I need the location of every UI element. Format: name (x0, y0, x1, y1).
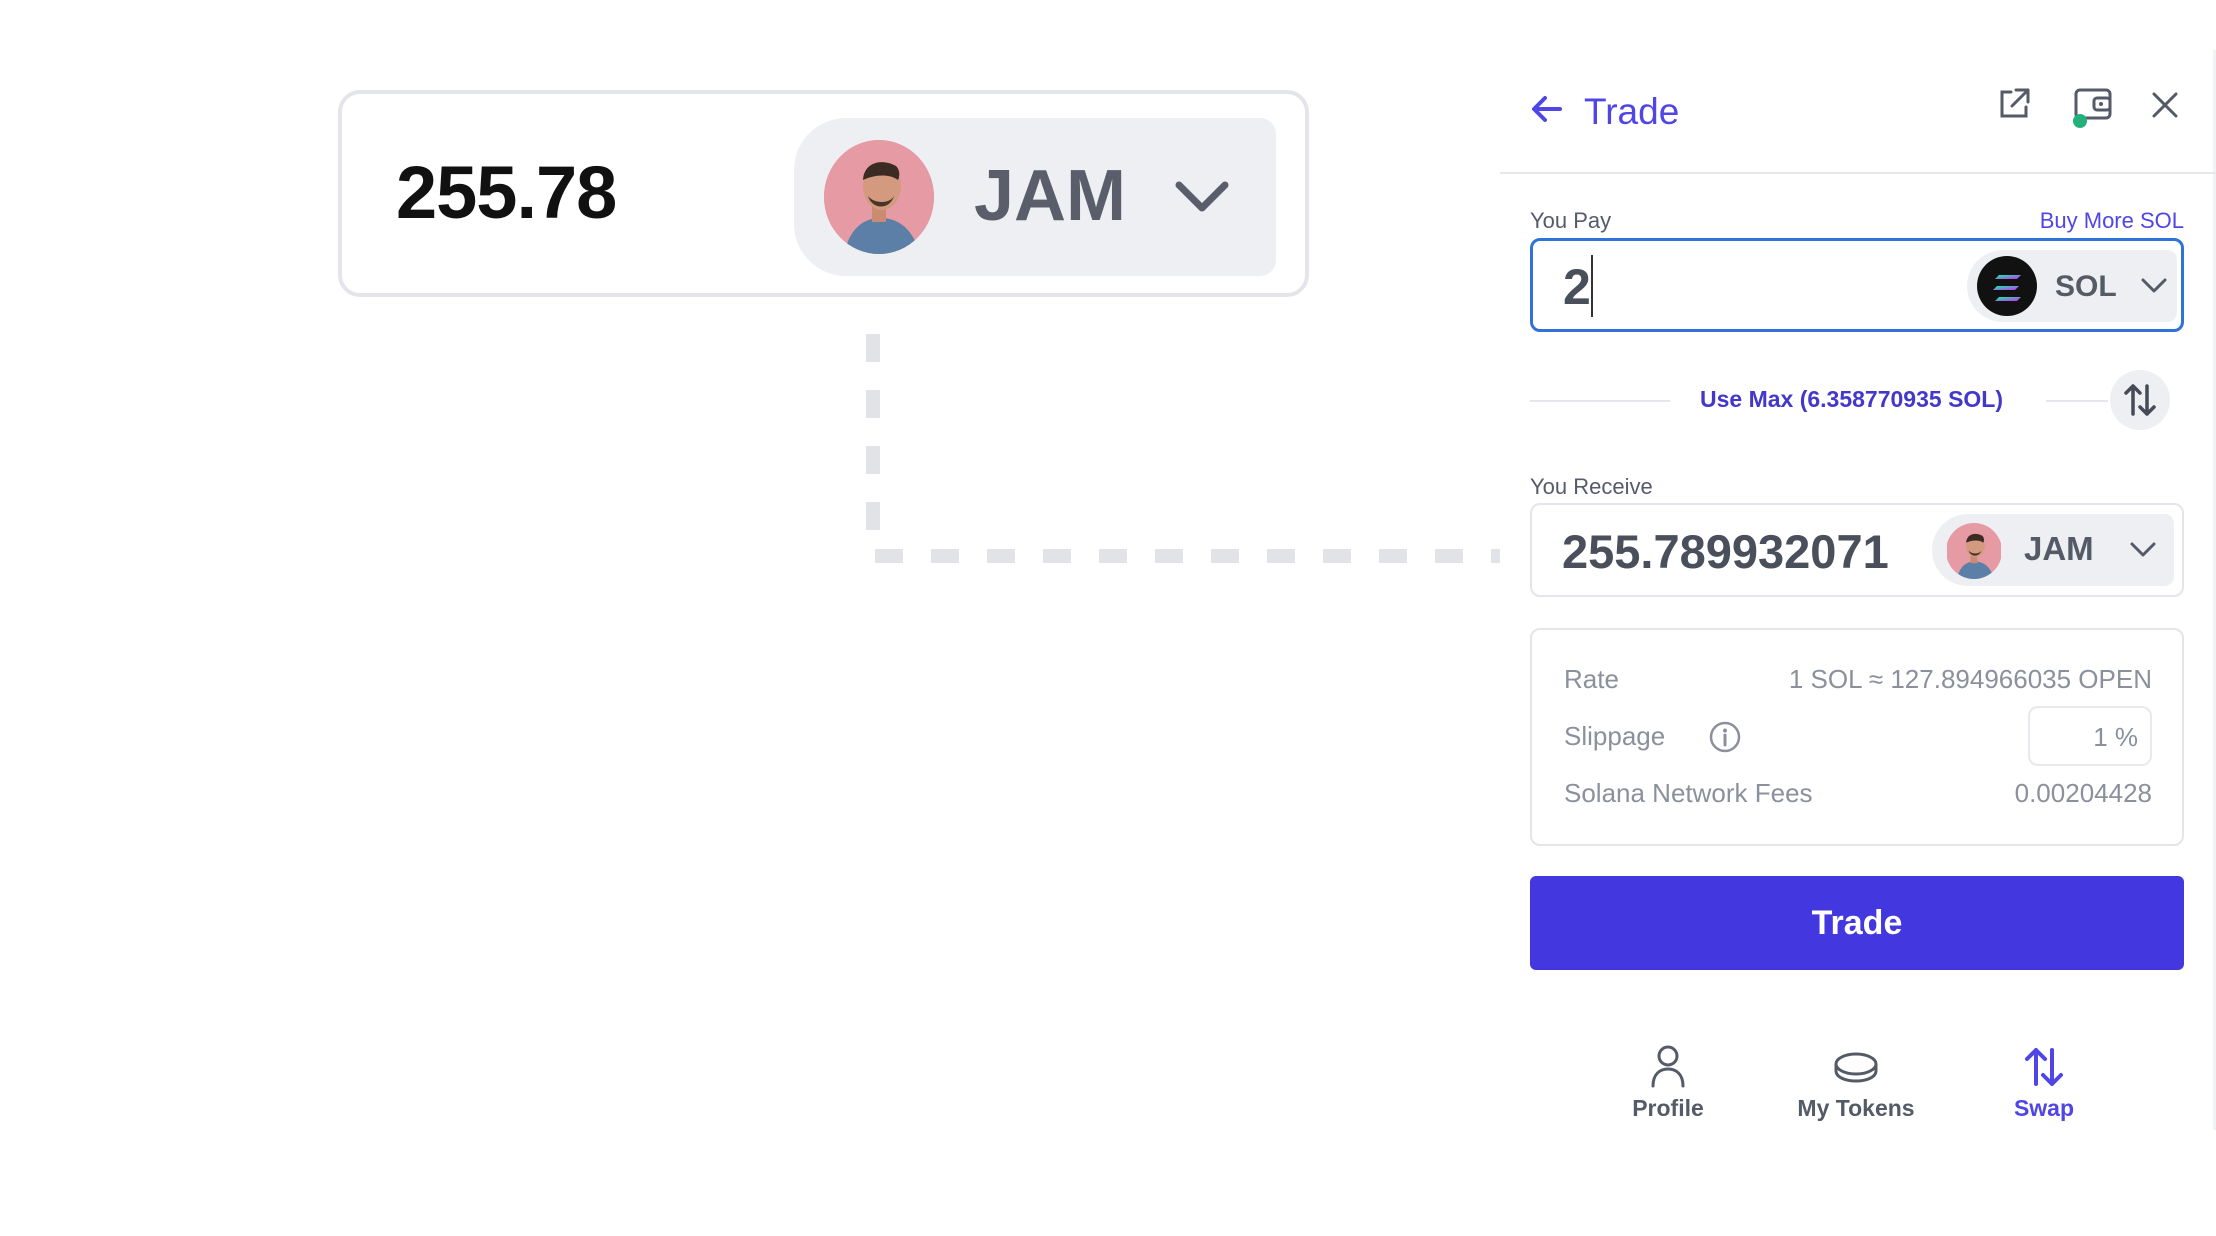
nav-swap[interactable]: Swap (1974, 1044, 2114, 1122)
trade-panel: Trade You Pay Buy More SOL 2 SOL Use Max… (1500, 0, 2216, 1236)
receive-token-symbol: JAM (2024, 530, 2094, 567)
slippage-input[interactable]: 1 % (2028, 706, 2152, 766)
nav-label: Swap (2013, 1095, 2075, 1121)
callout-token-symbol: JAM (974, 156, 1127, 236)
receive-amount-field: 255.789932071 JAM (1530, 503, 2184, 597)
coins-icon (1834, 1052, 1878, 1083)
swap-direction-button[interactable] (2110, 370, 2170, 430)
open-external-icon[interactable] (1996, 86, 2032, 122)
rate-value: 1 SOL ≈ 127.894966035 OPEN (1788, 664, 2152, 694)
jam-token-avatar-icon (824, 140, 934, 254)
buy-more-sol-link[interactable]: Buy More SOL (2040, 208, 2184, 234)
info-icon[interactable] (1708, 720, 1742, 754)
slippage-label: Slippage (1564, 721, 1666, 751)
pay-amount-input[interactable]: 2 SOL (1530, 238, 2184, 332)
pay-token-symbol: SOL (2055, 270, 2117, 303)
panel-title: Trade (1584, 91, 1680, 132)
divider-line (1530, 400, 1670, 402)
network-fees-value: 0.00204428 (2014, 778, 2152, 808)
callout-amount: 255.78 (396, 151, 617, 234)
solana-token-icon (1977, 256, 2037, 316)
back-arrow-icon[interactable] (1530, 92, 1564, 126)
chevron-down-icon (2141, 278, 2167, 293)
text-caret (1591, 255, 1593, 317)
wallet-icon[interactable] (2072, 84, 2116, 130)
nav-profile[interactable]: Profile (1598, 1044, 1738, 1122)
chevron-down-icon (2130, 542, 2156, 557)
trade-button[interactable]: Trade (1530, 876, 2184, 970)
rate-label: Rate (1564, 664, 1619, 694)
nav-label: Profile (1632, 1095, 1704, 1121)
slippage-value[interactable]: 1 % (2093, 722, 2138, 753)
you-receive-label: You Receive (1530, 474, 1653, 499)
nav-my-tokens[interactable]: My Tokens (1786, 1044, 1926, 1122)
jam-token-avatar-icon (1946, 523, 2002, 579)
network-fees-label: Solana Network Fees (1564, 778, 1813, 808)
swap-icon (2025, 1048, 2063, 1086)
divider-line (2046, 400, 2108, 402)
receive-amount-value: 255.789932071 (1562, 525, 1889, 578)
receive-token-selector[interactable]: JAM (1932, 514, 2174, 586)
you-pay-label: You Pay (1530, 208, 1612, 233)
chevron-down-icon (1175, 181, 1229, 212)
swap-arrows-icon (2124, 384, 2156, 416)
callout-token-selector: JAM (794, 118, 1276, 276)
pay-token-selector[interactable]: SOL (1967, 250, 2177, 322)
nav-label: My Tokens (1797, 1095, 1915, 1121)
close-icon[interactable] (2150, 90, 2180, 120)
panel-header: Trade (1500, 0, 2216, 174)
person-icon (1651, 1045, 1685, 1088)
pay-amount-value[interactable]: 2 (1563, 259, 1591, 315)
zoom-callout: 255.78 JAM (338, 90, 1309, 297)
trade-details: Rate 1 SOL ≈ 127.894966035 OPEN Slippage… (1530, 628, 2184, 846)
